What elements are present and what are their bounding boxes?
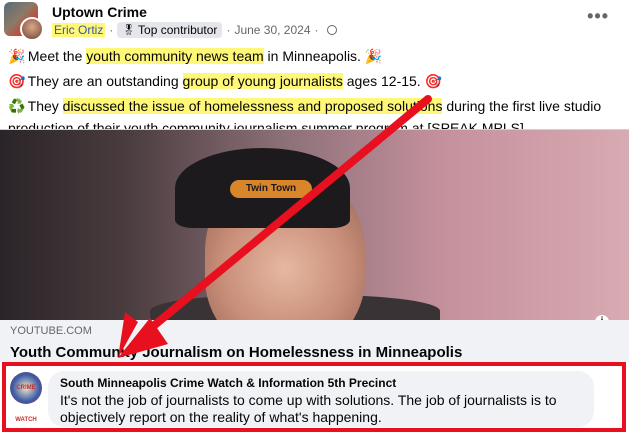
link-preview[interactable]: Twin Town i YOUTUBE.COM Youth Community … [0, 129, 629, 362]
author-avatar[interactable] [20, 17, 44, 41]
post-text: 🎉 Meet the youth community news team in … [8, 44, 623, 138]
post-header: Uptown Crime Eric Ortiz · 🎖 Top contribu… [0, 0, 629, 41]
comment-author[interactable]: South Minneapolis Crime Watch & Informat… [60, 376, 582, 390]
post-date[interactable]: June 30, 2024 [234, 23, 310, 37]
highlighted-comment: CRIME WATCH South Minneapolis Crime Watc… [2, 362, 626, 432]
post-meta: Eric Ortiz · 🎖 Top contributor · June 30… [52, 22, 337, 38]
post-line-2-post: ages 12-15. [342, 73, 425, 89]
comment-text: It's not the job of journalists to come … [60, 392, 557, 425]
preview-domain: YOUTUBE.COM [10, 325, 92, 337]
post-line-3: ♻️ They discussed the issue of homelessn… [8, 94, 623, 119]
comment-bubble[interactable]: South Minneapolis Crime Watch & Informat… [48, 371, 594, 427]
meta-separator-3: · [314, 23, 319, 37]
award-icon: 🎖 [122, 24, 136, 36]
post-line-3-highlight: discussed the issue of homelessness and … [62, 98, 443, 114]
author-name[interactable]: Eric Ortiz [52, 23, 106, 37]
top-contributor-badge[interactable]: 🎖 Top contributor [117, 22, 223, 38]
meta-separator: · [109, 23, 114, 37]
video-thumbnail[interactable]: Twin Town [0, 130, 629, 320]
post-line-3-post: during the first live studio [442, 98, 602, 114]
meta-separator-2: · [226, 23, 231, 37]
badge-label: Top contributor [138, 23, 218, 37]
post-line-3-pre: They [24, 98, 63, 114]
post-line-1: 🎉 Meet the youth community news team in … [8, 44, 623, 69]
cap-logo: Twin Town [230, 180, 312, 198]
preview-info[interactable]: YOUTUBE.COM Youth Community Journalism o… [0, 320, 629, 362]
post-line-2-highlight: group of young journalists [182, 73, 343, 89]
post-line-2: 🎯 They are an outstanding group of young… [8, 69, 623, 94]
avatar-stack[interactable] [4, 2, 44, 41]
thumbnail-cap: Twin Town [175, 148, 350, 228]
commenter-avatar[interactable]: CRIME WATCH [10, 372, 42, 423]
recycle-icon: ♻️ [8, 98, 26, 114]
more-options-button[interactable]: ••• [587, 6, 609, 27]
party-popper-icon: 🎉 [8, 48, 26, 64]
post-line-1-post: in Minneapolis. [263, 48, 365, 64]
target-icon: 🎯 [8, 73, 26, 89]
post-line-1-highlight: youth community news team [86, 48, 264, 64]
preview-title[interactable]: Youth Community Journalism on Homelessne… [10, 344, 619, 361]
group-name[interactable]: Uptown Crime [52, 4, 147, 20]
post-line-1-pre: Meet the [24, 48, 87, 64]
globe-icon [326, 25, 337, 35]
party-popper-icon-2: 🎉 [364, 48, 383, 64]
target-icon-2: 🎯 [424, 73, 443, 89]
post-line-2-pre: They are an outstanding [24, 73, 183, 89]
